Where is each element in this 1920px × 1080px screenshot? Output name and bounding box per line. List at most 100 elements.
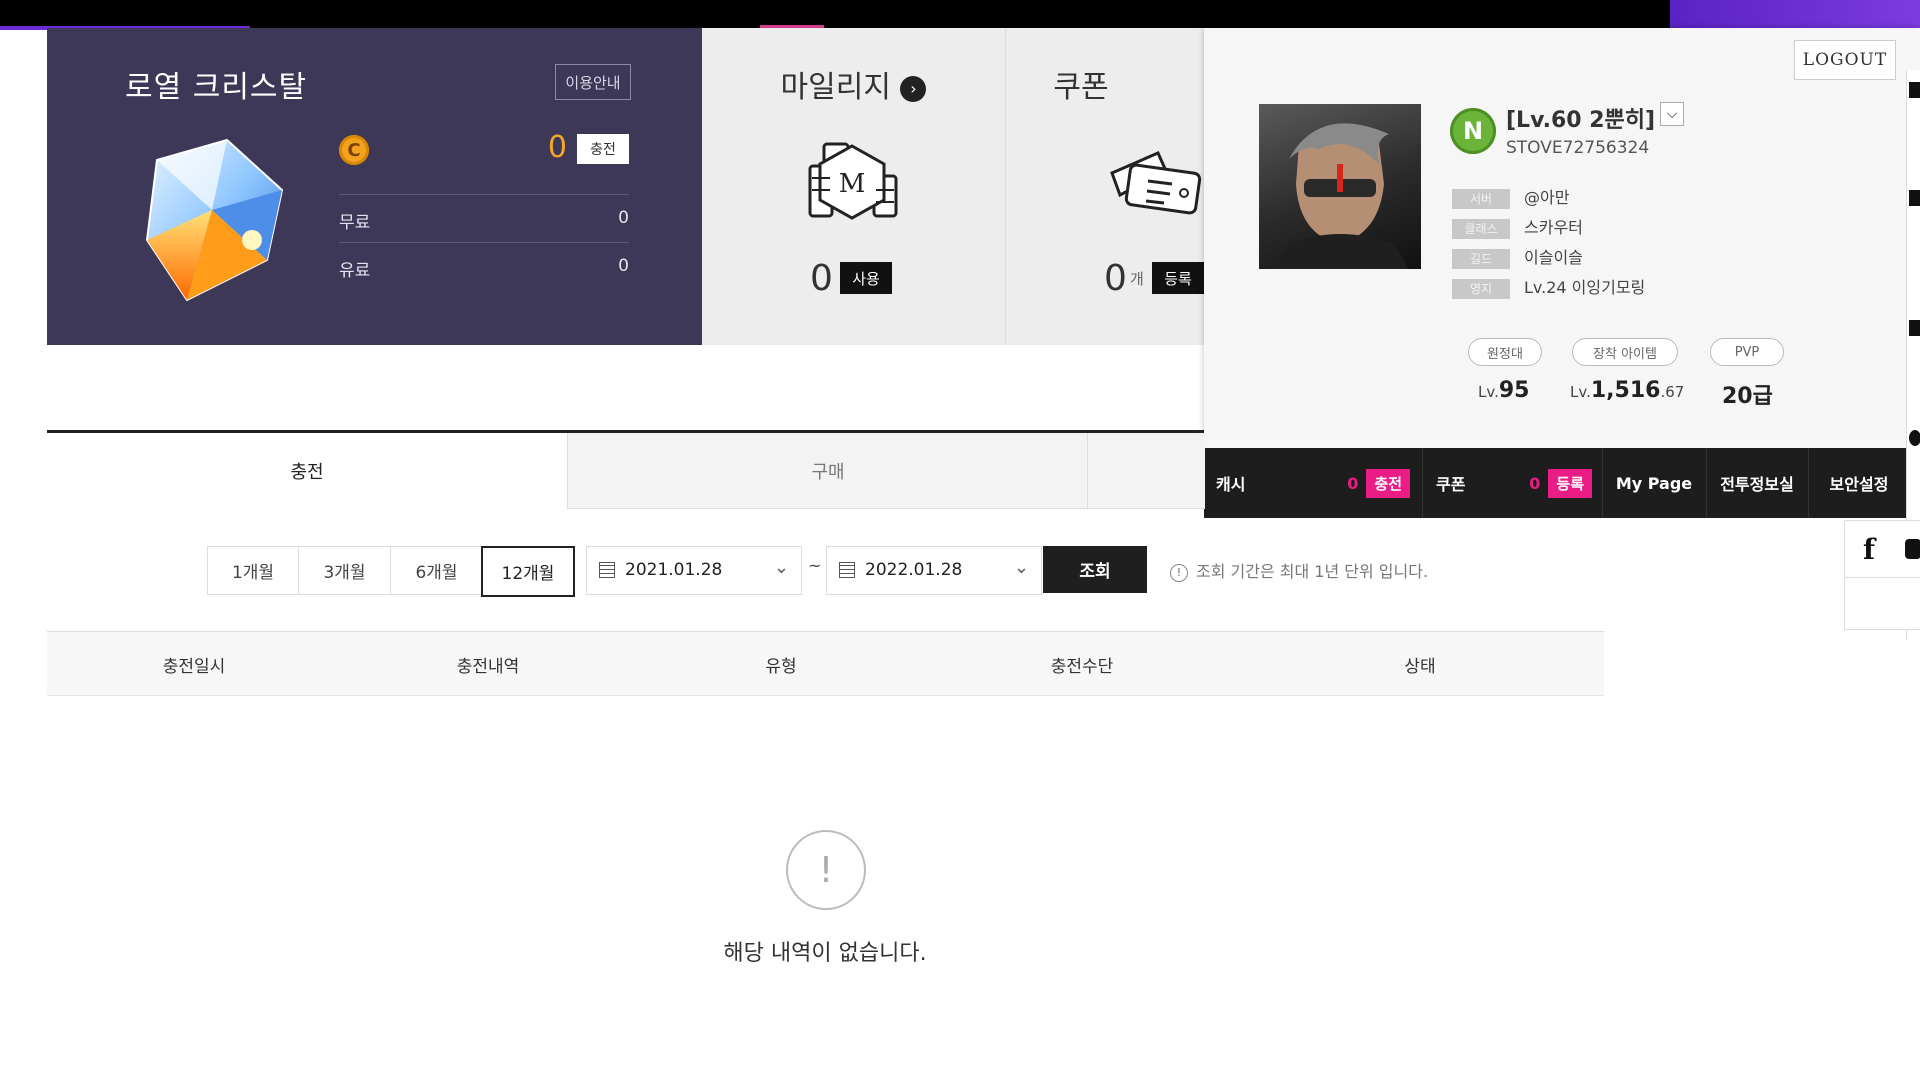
history-tabs: 충전 구매 bbox=[47, 430, 1205, 511]
stat-main: 20급 bbox=[1722, 384, 1773, 409]
info-row-guild: 길드 이슬이슬 bbox=[1452, 244, 1583, 269]
info-value: @아만 bbox=[1524, 188, 1570, 207]
info-tag: 서버 bbox=[1452, 188, 1510, 209]
youtube-icon[interactable] bbox=[1905, 539, 1920, 559]
stat-prefix: Lv. bbox=[1570, 383, 1591, 401]
free-label: 무료 bbox=[339, 213, 371, 233]
cash-charge-button[interactable]: 충전 bbox=[1366, 468, 1410, 498]
end-date-value: 2022.01.28 bbox=[865, 560, 963, 580]
top-bar-accent-right bbox=[1670, 0, 1920, 28]
stat-main: 95 bbox=[1498, 378, 1530, 403]
info-tag: 클래스 bbox=[1452, 218, 1510, 239]
crystal-title: 로열 크리스탈 bbox=[125, 70, 308, 105]
crystal-paid-row: 유료 0 bbox=[339, 242, 629, 289]
stat-item-level: Lv.1,516.67 bbox=[1570, 378, 1684, 403]
mileage-badge-letter: M bbox=[839, 169, 866, 199]
mypage-link[interactable]: My Page bbox=[1602, 448, 1707, 518]
stat-pill-roster: 원정대 bbox=[1468, 338, 1542, 366]
period-12month-button[interactable]: 12개월 bbox=[481, 546, 575, 597]
logout-button[interactable]: LOGOUT bbox=[1794, 40, 1896, 80]
info-tag: 길드 bbox=[1452, 248, 1510, 269]
period-notice: ! 조회 기간은 최대 1년 단위 입니다. bbox=[1170, 558, 1428, 582]
coupon-value: 0 bbox=[1104, 258, 1127, 299]
quick-menu-icon[interactable] bbox=[1909, 82, 1920, 98]
calendar-icon bbox=[599, 562, 615, 578]
info-row-server: 서버 @아만 bbox=[1452, 184, 1570, 209]
tab-charge[interactable]: 충전 bbox=[47, 433, 567, 508]
quick-menu-icon[interactable] bbox=[1909, 190, 1920, 206]
quick-menu-icon[interactable] bbox=[1909, 430, 1920, 446]
mileage-panel: 마일리지 › M 0 사용 bbox=[702, 28, 1006, 345]
column-header: 상태 bbox=[1404, 657, 1436, 677]
period-1month-button[interactable]: 1개월 bbox=[207, 546, 299, 595]
empty-message: 해당 내역이 없습니다. bbox=[723, 941, 927, 966]
start-date-value: 2021.01.28 bbox=[625, 560, 723, 580]
royal-crystal-panel: 로열 크리스탈 이용안내 C 0 충전 무료 0 유료 0 bbox=[47, 28, 702, 345]
period-3month-button[interactable]: 3개월 bbox=[298, 546, 391, 595]
coin-icon: C bbox=[339, 135, 369, 165]
character-name: [Lv.60 2뿐히] bbox=[1506, 108, 1656, 133]
battle-info-link[interactable]: 전투정보실 bbox=[1706, 448, 1809, 518]
tab-buy[interactable]: 구매 bbox=[567, 433, 1088, 509]
mileage-title-row[interactable]: 마일리지 › bbox=[702, 62, 1005, 106]
character-switch-chevron-icon[interactable]: ⌵ bbox=[1660, 102, 1684, 126]
character-portrait-icon bbox=[1271, 123, 1409, 269]
stat-main: 1,516 bbox=[1590, 378, 1661, 403]
info-row-class: 클래스 스카우터 bbox=[1452, 214, 1583, 239]
stat-pill-item: 장착 아이템 bbox=[1572, 338, 1678, 366]
end-date-picker[interactable]: 2022.01.28 ⌄ bbox=[826, 546, 1042, 595]
paid-label: 유료 bbox=[339, 261, 371, 281]
tab-more[interactable] bbox=[1087, 433, 1205, 509]
chevron-down-icon: ⌄ bbox=[1013, 557, 1029, 578]
calendar-icon bbox=[839, 562, 855, 578]
coupon-title: 쿠폰 bbox=[1053, 70, 1109, 105]
coupon-panel: 쿠폰 0 개 등록 bbox=[1006, 28, 1205, 345]
arrow-right-icon[interactable]: › bbox=[900, 75, 927, 102]
free-value: 0 bbox=[618, 208, 629, 228]
mileage-title: 마일리지 bbox=[780, 70, 891, 105]
mileage-use-button[interactable]: 사용 bbox=[840, 262, 892, 294]
info-value: Lv.24 이잉기모링 bbox=[1524, 278, 1646, 297]
usage-guide-button[interactable]: 이용안내 bbox=[555, 64, 631, 100]
social-divider bbox=[1845, 577, 1920, 578]
character-avatar bbox=[1259, 104, 1421, 269]
stat-roster-level: Lv.95 bbox=[1478, 378, 1529, 403]
coupon-ticket-icon bbox=[1110, 151, 1202, 215]
bar-coupon-label: 쿠폰 bbox=[1436, 475, 1466, 494]
cash-value: 0 bbox=[1347, 473, 1359, 493]
column-header: 충전수단 bbox=[1050, 657, 1114, 677]
search-button[interactable]: 조회 bbox=[1043, 546, 1147, 593]
info-row-estate: 영지 Lv.24 이잉기모링 bbox=[1452, 274, 1646, 299]
period-6month-button[interactable]: 6개월 bbox=[390, 546, 483, 595]
cash-cell: 캐시 0 충전 bbox=[1204, 448, 1423, 518]
stat-pvp-grade: 20급 bbox=[1722, 378, 1773, 410]
user-profile-popup: LOGOUT N [Lv.60 2뿐히] ⌵ STOVE72756324 서버 @… bbox=[1204, 28, 1920, 518]
security-settings-link[interactable]: 보안설정 bbox=[1808, 448, 1911, 518]
stat-prefix: Lv. bbox=[1478, 383, 1499, 401]
column-header: 유형 bbox=[765, 657, 797, 677]
facebook-icon[interactable]: f bbox=[1863, 533, 1875, 566]
quick-menu-icon[interactable] bbox=[1909, 320, 1920, 336]
info-value: 이슬이슬 bbox=[1524, 248, 1583, 267]
coupon-register-button[interactable]: 등록 bbox=[1152, 262, 1204, 294]
mileage-coin-stack-icon: M bbox=[808, 142, 898, 220]
bar-coupon-value: 0 bbox=[1529, 473, 1541, 493]
cash-label: 캐시 bbox=[1216, 475, 1246, 494]
crystal-charge-button[interactable]: 충전 bbox=[577, 134, 629, 164]
user-id: STOVE72756324 bbox=[1506, 138, 1650, 158]
mileage-value: 0 bbox=[810, 258, 833, 299]
coupon-unit: 개 bbox=[1130, 270, 1144, 288]
crystal-total: 0 bbox=[547, 130, 567, 165]
social-links-box: f bbox=[1844, 520, 1920, 630]
column-header: 충전일시 bbox=[162, 657, 226, 677]
info-value: 스카우터 bbox=[1524, 218, 1583, 237]
column-header: 충전내역 bbox=[456, 657, 520, 677]
info-icon: ! bbox=[1170, 563, 1188, 582]
start-date-picker[interactable]: 2021.01.28 ⌄ bbox=[586, 546, 802, 595]
stat-pill-pvp: PVP bbox=[1710, 338, 1784, 366]
bar-coupon-register-button[interactable]: 등록 bbox=[1548, 468, 1592, 498]
info-tag: 영지 bbox=[1452, 278, 1510, 299]
nexon-badge-icon: N bbox=[1450, 108, 1496, 154]
date-range-tilde: ~ bbox=[808, 556, 822, 575]
empty-alert-icon: ! bbox=[786, 830, 866, 910]
